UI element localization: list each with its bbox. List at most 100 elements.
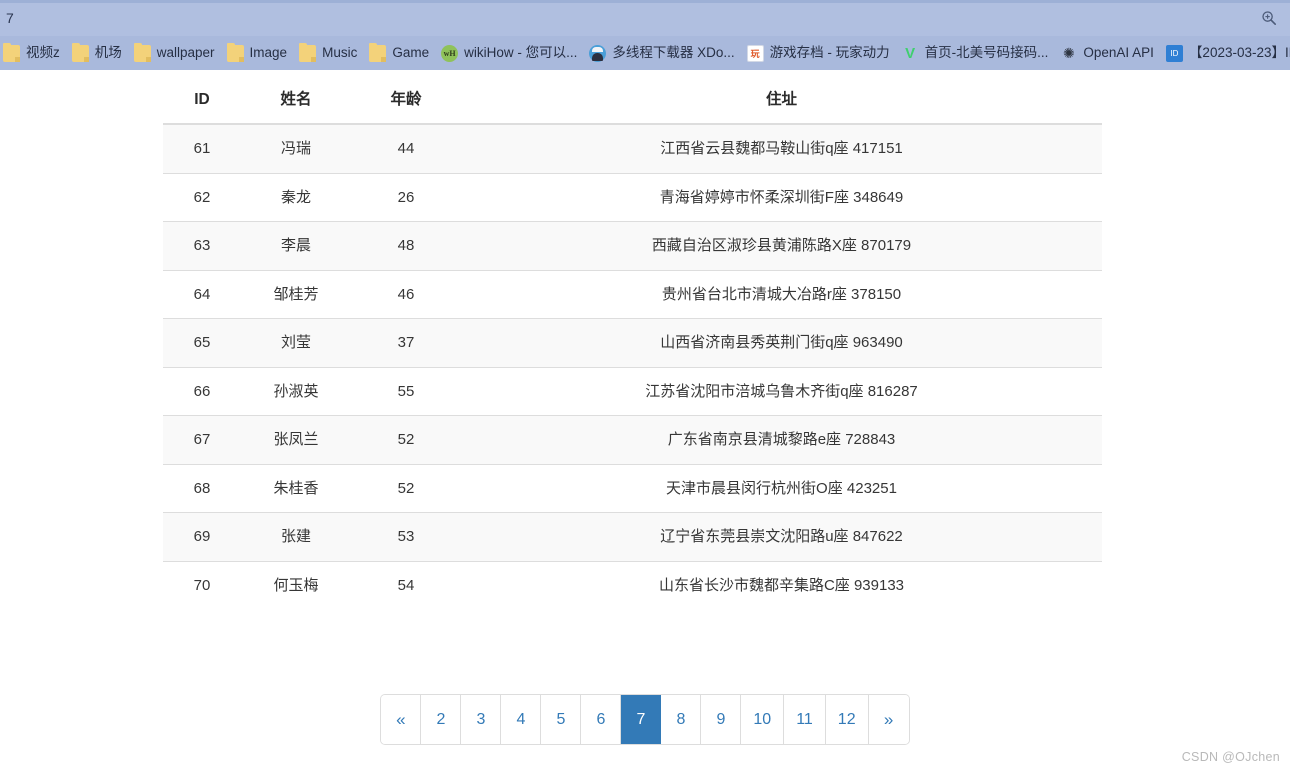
pagination-item: « bbox=[381, 695, 422, 744]
table-row: 62 秦龙 26 青海省婷婷市怀柔深圳街F座 348649 bbox=[163, 172, 1102, 222]
bookmark-item[interactable]: 多线程下载器 XDo... bbox=[586, 41, 741, 65]
pagination-item: 2 bbox=[421, 695, 462, 744]
table-row: 70 何玉梅 54 山东省长沙市魏都辛集路C座 939133 bbox=[163, 560, 1102, 609]
csdn-watermark: CSDN @OJchen bbox=[1181, 750, 1280, 764]
bookmark-label: Music bbox=[322, 45, 358, 61]
cell-address: 贵州省台北市清城大冶路r座 378150 bbox=[461, 269, 1102, 319]
bookmark-item[interactable]: wH wikiHow - 您可以... bbox=[438, 41, 584, 65]
cell-id: 62 bbox=[163, 172, 241, 222]
cell-id: 67 bbox=[163, 415, 241, 464]
pagination-page-10[interactable]: 10 bbox=[741, 695, 785, 744]
cell-id: 68 bbox=[163, 463, 241, 513]
cell-address: 天津市晨县闵行杭州街O座 423251 bbox=[461, 463, 1102, 513]
pagination-page-8[interactable]: 8 bbox=[661, 695, 702, 744]
pagination-item: 9 bbox=[701, 695, 742, 744]
cell-name: 张建 bbox=[241, 512, 351, 561]
pagination-page-7[interactable]: 7 bbox=[621, 695, 662, 744]
pagination-item: 6 bbox=[581, 695, 622, 744]
bookmark-item[interactable]: ✺ OpenAI API bbox=[1057, 41, 1161, 65]
cell-age: 52 bbox=[351, 463, 461, 513]
table-row: 68 朱桂香 52 天津市晨县闵行杭州街O座 423251 bbox=[163, 463, 1102, 513]
cell-age: 52 bbox=[351, 415, 461, 464]
table-row: 67 张凤兰 52 广东省南京县清城黎路e座 728843 bbox=[163, 415, 1102, 464]
cell-address: 辽宁省东莞县崇文沈阳路u座 847622 bbox=[461, 512, 1102, 561]
pagination-page-12[interactable]: 12 bbox=[825, 695, 869, 744]
table-row: 63 李晨 48 西藏自治区淑珍县黄浦陈路X座 870179 bbox=[163, 221, 1102, 270]
bookmark-item[interactable]: wallpaper bbox=[131, 41, 222, 65]
zoom-in-magnifier-icon[interactable] bbox=[1258, 7, 1280, 29]
pagination-item: 3 bbox=[461, 695, 502, 744]
pagination-item: 4 bbox=[501, 695, 542, 744]
folder-icon bbox=[369, 42, 387, 62]
pagination-prev[interactable]: « bbox=[381, 695, 422, 744]
bookmarks-bar: 视频z 机场 wallpaper Image Music Game wH wikiHow - … bbox=[0, 36, 1290, 70]
cell-age: 55 bbox=[351, 366, 461, 416]
cell-name: 朱桂香 bbox=[241, 463, 351, 513]
bookmark-label: 首页-北美号码接码... bbox=[924, 45, 1049, 61]
pagination-page-5[interactable]: 5 bbox=[541, 695, 582, 744]
pagination-page-2[interactable]: 2 bbox=[421, 695, 462, 744]
folder-icon bbox=[299, 42, 317, 62]
table-row: 66 孙淑英 55 江苏省沈阳市涪城乌鲁木齐街q座 816287 bbox=[163, 366, 1102, 416]
wikihow-favicon: wH bbox=[441, 44, 459, 62]
pagination-item: 12 bbox=[825, 695, 869, 744]
folder-icon bbox=[3, 42, 20, 62]
bookmark-label: wallpaper bbox=[156, 45, 215, 61]
cell-id: 69 bbox=[163, 512, 241, 561]
cell-age: 26 bbox=[351, 172, 461, 222]
pagination-next[interactable]: » bbox=[868, 695, 909, 744]
table-row: 64 邹桂芳 46 贵州省台北市清城大冶路r座 378150 bbox=[163, 269, 1102, 319]
cell-name: 刘莹 bbox=[241, 318, 351, 367]
cell-name: 张凤兰 bbox=[241, 415, 351, 464]
data-table-wrapper: ID 姓名 年龄 住址 61 冯瑞 44 江西省云县魏都马鞍山街q座 417151 62… bbox=[163, 75, 1102, 609]
bookmark-item[interactable]: Music bbox=[296, 41, 364, 65]
cell-id: 65 bbox=[163, 318, 241, 367]
bookmark-label: OpenAI API bbox=[1083, 45, 1154, 61]
column-header-address: 住址 bbox=[461, 75, 1102, 125]
v-site-favicon: V bbox=[905, 44, 916, 62]
bookmark-item[interactable]: ID 【2023-03-23】ID... bbox=[1163, 41, 1290, 65]
cell-name: 李晨 bbox=[241, 221, 351, 270]
people-table: ID 姓名 年龄 住址 61 冯瑞 44 江西省云县魏都马鞍山街q座 417151 62… bbox=[163, 75, 1102, 609]
cell-address: 青海省婷婷市怀柔深圳街F座 348649 bbox=[461, 172, 1102, 222]
folder-icon bbox=[71, 42, 89, 62]
bookmark-label: 多线程下载器 XDo... bbox=[612, 45, 735, 61]
pagination: «2 3 4 5 6 7 8 9 10 11 12» bbox=[0, 695, 1290, 744]
pagination-page-4[interactable]: 4 bbox=[501, 695, 542, 744]
column-header-name: 姓名 bbox=[241, 75, 351, 125]
bookmark-item[interactable]: 视频z bbox=[0, 41, 67, 65]
pagination-page-3[interactable]: 3 bbox=[461, 695, 502, 744]
pagination-item: 7 bbox=[621, 695, 662, 744]
pagination-page-9[interactable]: 9 bbox=[701, 695, 742, 744]
table-header-row: ID 姓名 年龄 住址 bbox=[163, 75, 1102, 125]
cell-id: 70 bbox=[163, 560, 241, 609]
pagination-item: 5 bbox=[541, 695, 582, 744]
cell-age: 53 bbox=[351, 512, 461, 561]
bookmark-item[interactable]: V 首页-北美号码接码... bbox=[899, 41, 1056, 65]
page-viewport: ID 姓名 年龄 住址 61 冯瑞 44 江西省云县魏都马鞍山街q座 417151 62… bbox=[0, 70, 1290, 770]
folder-icon bbox=[226, 42, 244, 62]
cell-name: 何玉梅 bbox=[241, 560, 351, 609]
pagination-item: » bbox=[868, 695, 909, 744]
cell-age: 54 bbox=[351, 560, 461, 609]
game-archive-favicon: 玩 bbox=[746, 44, 764, 62]
bookmark-item[interactable]: 机场 bbox=[69, 41, 129, 65]
table-body: 61 冯瑞 44 江西省云县魏都马鞍山街q座 417151 62 秦龙 26 青海省婷婷市怀柔… bbox=[163, 123, 1102, 609]
pagination-page-6[interactable]: 6 bbox=[581, 695, 622, 744]
browser-chrome: 7 视频z 机场 wallpaper Image Music Game wH wikiHow … bbox=[0, 0, 1290, 70]
pagination-page-11[interactable]: 11 bbox=[784, 695, 826, 744]
bookmark-label: 机场 bbox=[94, 45, 122, 61]
cell-address: 山西省济南县秀英荆门街q座 963490 bbox=[461, 318, 1102, 367]
column-header-id: ID bbox=[163, 75, 241, 125]
cell-address: 西藏自治区淑珍县黄浦陈路X座 870179 bbox=[461, 221, 1102, 270]
omnibox-strip: 7 bbox=[0, 0, 1290, 36]
pagination-item: 11 bbox=[784, 695, 826, 744]
bookmark-label: wikiHow - 您可以... bbox=[464, 45, 578, 61]
bookmark-item[interactable]: Image bbox=[224, 41, 295, 65]
bookmark-item[interactable]: 玩游戏存档 - 玩家动力 bbox=[744, 41, 897, 65]
cell-age: 48 bbox=[351, 221, 461, 270]
bookmark-item[interactable]: Game bbox=[366, 41, 436, 65]
xdown-favicon bbox=[589, 44, 607, 62]
cell-name: 秦龙 bbox=[241, 172, 351, 222]
tab-fragment-text: 7 bbox=[6, 10, 14, 26]
